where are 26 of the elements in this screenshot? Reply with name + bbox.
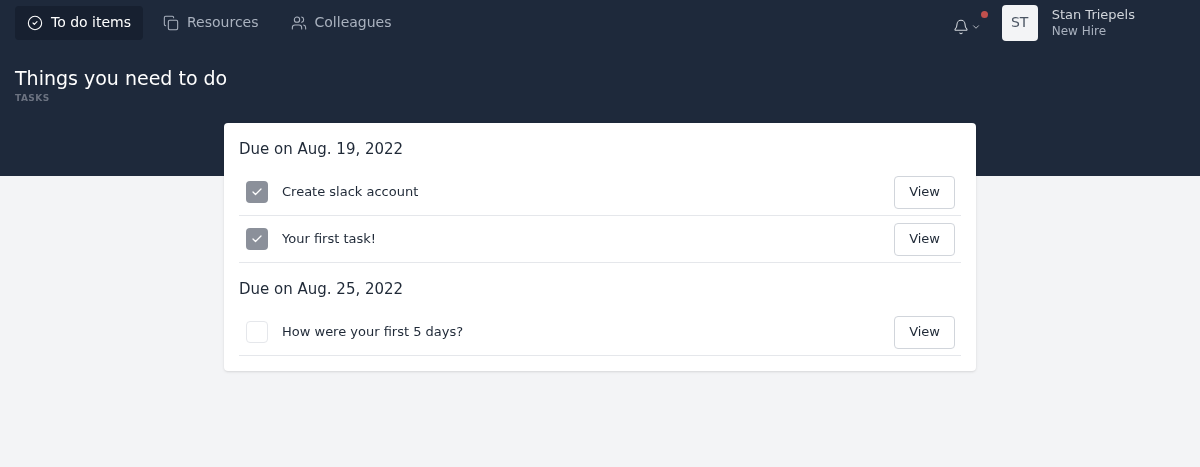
copy-icon [163, 14, 179, 31]
view-button[interactable]: View [894, 175, 955, 209]
task-label: Your first task! [282, 230, 376, 249]
nav-tab[interactable]: Colleagues [278, 5, 404, 40]
nav-tab[interactable]: Resources [151, 5, 271, 40]
page-subtitle: TASKS [15, 92, 50, 105]
task-checkbox[interactable] [246, 228, 268, 250]
page-title: Things you need to do [15, 66, 228, 91]
bell-icon [952, 18, 969, 35]
check-icon [251, 186, 263, 198]
user-avatar[interactable]: ST [1001, 4, 1038, 41]
due-date-heading: Due on Aug. 19, 2022 [239, 139, 405, 160]
notifications-button[interactable] [952, 10, 988, 35]
view-button[interactable]: View [894, 315, 955, 349]
task-label: How were your first 5 days? [282, 323, 464, 342]
due-date-heading: Due on Aug. 25, 2022 [239, 279, 405, 300]
task-checkbox[interactable] [246, 181, 268, 203]
people-icon [290, 14, 307, 31]
user-name: Stan Triepels [1051, 6, 1135, 23]
check-circle-icon [27, 14, 43, 31]
check-icon [251, 233, 263, 245]
view-button[interactable]: View [894, 222, 955, 256]
task-label: Create slack account [282, 183, 419, 202]
nav-tab[interactable]: To do items [15, 5, 143, 40]
task-checkbox[interactable] [246, 321, 268, 343]
user-role: New Hire [1051, 22, 1108, 39]
